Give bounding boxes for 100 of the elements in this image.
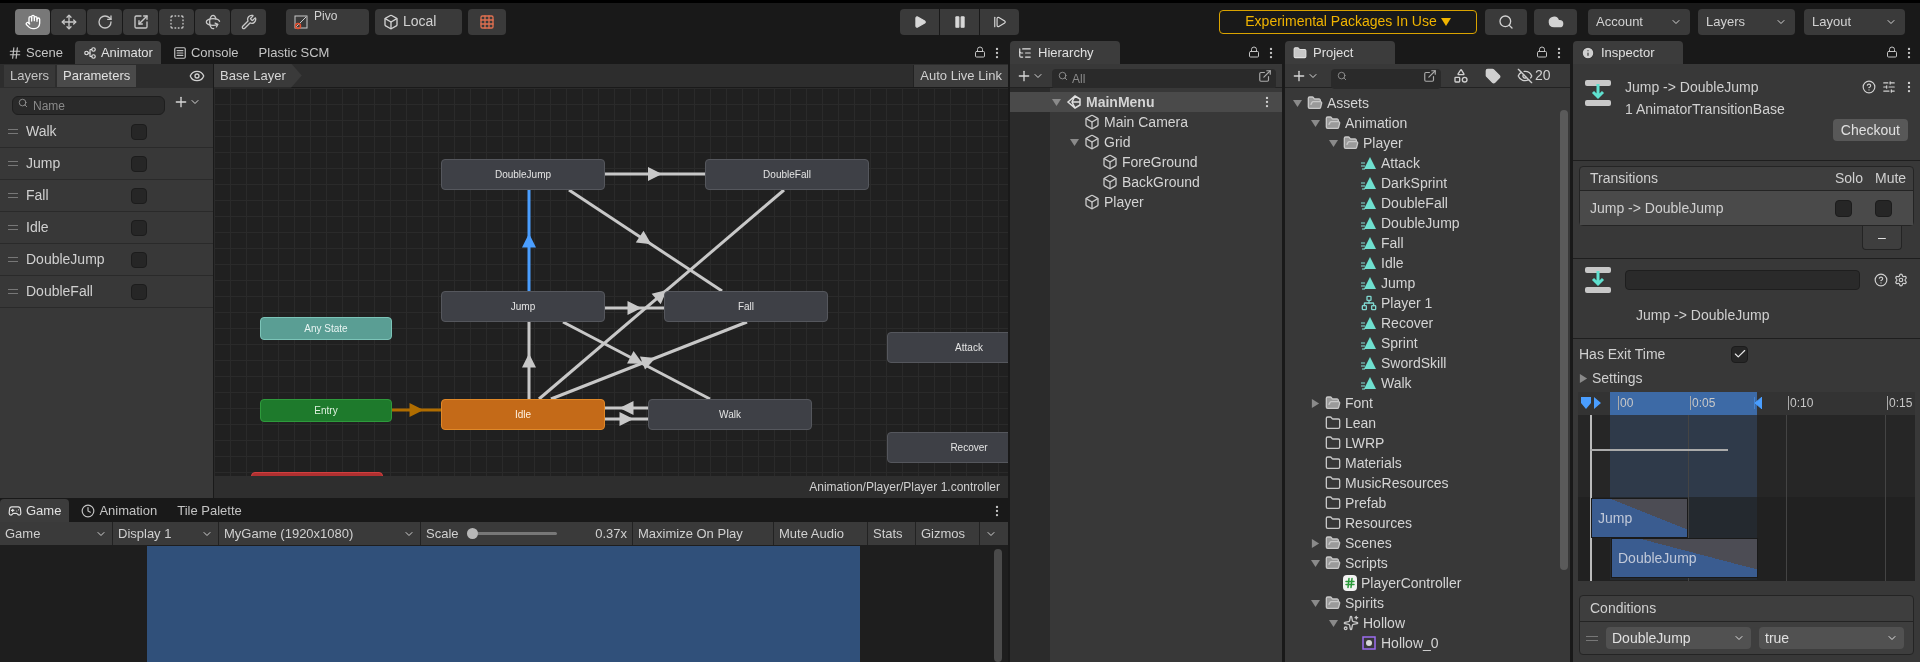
tree-row[interactable]: LWRP	[1285, 433, 1560, 453]
parameter-checkbox[interactable]	[131, 155, 147, 172]
account-dropdown[interactable]: Account	[1588, 8, 1690, 35]
tree-row[interactable]: Lean	[1285, 413, 1560, 433]
gizmos-toggle[interactable]: Gizmos	[916, 522, 980, 545]
parameter-row[interactable]: DoubleFall	[0, 276, 213, 308]
auto-live-link-button[interactable]: Auto Live Link	[913, 64, 1008, 87]
tree-row[interactable]: Hollow	[1285, 613, 1560, 633]
panel-tab[interactable]: Console	[164, 41, 247, 64]
panel-tab[interactable]: Animation	[73, 499, 166, 522]
tree-row[interactable]: Prefab	[1285, 493, 1560, 513]
lock-icon[interactable]	[1248, 46, 1260, 58]
panel-tab[interactable]: Game	[0, 499, 70, 522]
tool-button[interactable]	[51, 8, 86, 35]
tree-row[interactable]: Materials	[1285, 453, 1560, 473]
hidden-packages-button[interactable]: 20	[1517, 65, 1551, 86]
tree-row[interactable]: SwordSkill	[1285, 353, 1560, 373]
collapsed-arrow-icon[interactable]	[1311, 398, 1320, 408]
transition-arrow[interactable]	[605, 167, 705, 181]
drag-handle-icon[interactable]	[8, 129, 18, 134]
settings-foldout[interactable]: Settings	[1573, 367, 1920, 389]
has-exit-time-checkbox[interactable]	[1731, 345, 1748, 363]
tree-row[interactable]: Fall	[1285, 233, 1560, 253]
pause-button[interactable]	[940, 8, 979, 35]
parameter-checkbox[interactable]	[131, 219, 147, 236]
drag-handle-icon[interactable]	[8, 161, 18, 166]
condition-row[interactable]: DoubleJump true	[1580, 622, 1913, 654]
layer-tab[interactable]: Layers	[4, 65, 56, 87]
drag-handle-icon[interactable]	[8, 225, 18, 230]
panel-tab[interactable]: Hierarchy	[1010, 41, 1120, 64]
tree-row[interactable]: Assets	[1285, 93, 1560, 113]
parameter-row[interactable]: DoubleJump	[0, 244, 213, 276]
view-mode-dropdown[interactable]: Game	[0, 522, 113, 545]
tree-row[interactable]: Scripts	[1285, 553, 1560, 573]
search-field[interactable]	[1331, 68, 1441, 89]
transition-arrow[interactable]	[522, 322, 536, 399]
state-node[interactable]: DoubleJump	[441, 159, 605, 190]
transition-arrow[interactable]	[568, 188, 723, 293]
tree-row[interactable]: DoubleJump	[1285, 213, 1560, 233]
transition-row[interactable]: Jump -> DoubleJump	[1580, 191, 1913, 225]
transition-arrow[interactable]	[605, 412, 648, 426]
cloud-button[interactable]	[1534, 8, 1577, 35]
shapes-icon[interactable]	[1453, 67, 1469, 84]
display-dropdown[interactable]: Display 1	[113, 522, 219, 545]
state-node[interactable]: Walk	[648, 399, 812, 430]
scrollbar[interactable]	[1560, 110, 1568, 570]
tree-row[interactable]: Player	[1285, 133, 1560, 153]
panel-tab[interactable]: Scene	[0, 41, 71, 64]
expanded-arrow-icon[interactable]	[1311, 598, 1320, 608]
tree-row[interactable]: Player 1	[1285, 293, 1560, 313]
search-button[interactable]	[1485, 8, 1527, 35]
collapsed-arrow-icon[interactable]	[1311, 538, 1320, 548]
tree-row[interactable]: Recover	[1285, 313, 1560, 333]
timeline-marker-icon[interactable]	[1754, 397, 1762, 409]
state-node[interactable]: Attack	[887, 332, 1008, 363]
presets-icon[interactable]	[1882, 80, 1896, 94]
tree-row[interactable]: Scenes	[1285, 533, 1560, 553]
tree-row[interactable]: Grid	[1010, 132, 1282, 152]
transition-arrow[interactable]	[550, 320, 748, 401]
tree-row[interactable]: Walk	[1285, 373, 1560, 393]
maximize-toggle[interactable]: Maximize On Play	[633, 522, 774, 545]
state-node[interactable]: Fall	[664, 291, 828, 322]
panel-tab[interactable]: Animator	[74, 41, 161, 64]
tree-row[interactable]: DarkSprint	[1285, 173, 1560, 193]
panel-tab[interactable]: Tile Palette	[169, 499, 250, 522]
expanded-arrow-icon[interactable]	[1293, 98, 1302, 108]
step-button[interactable]	[980, 8, 1019, 35]
add-parameter-button[interactable]	[173, 94, 201, 110]
expanded-arrow-icon[interactable]	[1329, 138, 1338, 148]
tree-row[interactable]: Spirits	[1285, 593, 1560, 613]
scrollbar[interactable]	[994, 549, 1002, 662]
resolution-dropdown[interactable]: MyGame (1920x1080)	[219, 522, 421, 545]
remove-button[interactable]: –	[1862, 226, 1902, 250]
stats-toggle[interactable]: Stats	[868, 522, 916, 545]
lock-icon[interactable]	[1886, 46, 1898, 58]
solo-checkbox[interactable]	[1835, 199, 1852, 217]
tool-button[interactable]	[15, 8, 50, 35]
drag-handle-icon[interactable]	[8, 193, 18, 198]
transition-arrow[interactable]	[538, 188, 785, 401]
parameter-checkbox[interactable]	[131, 123, 147, 140]
state-node[interactable]: Recover	[887, 432, 1008, 463]
lock-icon[interactable]	[974, 46, 986, 58]
tool-button[interactable]	[231, 8, 266, 35]
search-field[interactable]: Name	[12, 96, 165, 115]
drag-handle-icon[interactable]	[8, 257, 18, 262]
state-node[interactable]: Jump	[441, 291, 605, 322]
open-icon[interactable]	[1423, 68, 1437, 83]
expanded-arrow-icon[interactable]	[1329, 618, 1338, 628]
tree-row[interactable]: Player	[1010, 192, 1282, 212]
state-node[interactable]: Entry	[260, 399, 392, 422]
tool-button[interactable]	[123, 8, 158, 35]
pivot-button[interactable]: Pivo	[286, 8, 369, 35]
tree-row[interactable]: Main Camera	[1010, 112, 1282, 132]
tool-button[interactable]	[87, 8, 122, 35]
value-dropdown[interactable]: true	[1759, 627, 1904, 649]
state-node[interactable]: Idle	[441, 399, 605, 430]
name-field[interactable]	[1625, 270, 1860, 290]
help-icon[interactable]	[1862, 80, 1876, 94]
local-button[interactable]: Local	[375, 8, 462, 35]
expanded-arrow-icon[interactable]	[1311, 118, 1320, 128]
